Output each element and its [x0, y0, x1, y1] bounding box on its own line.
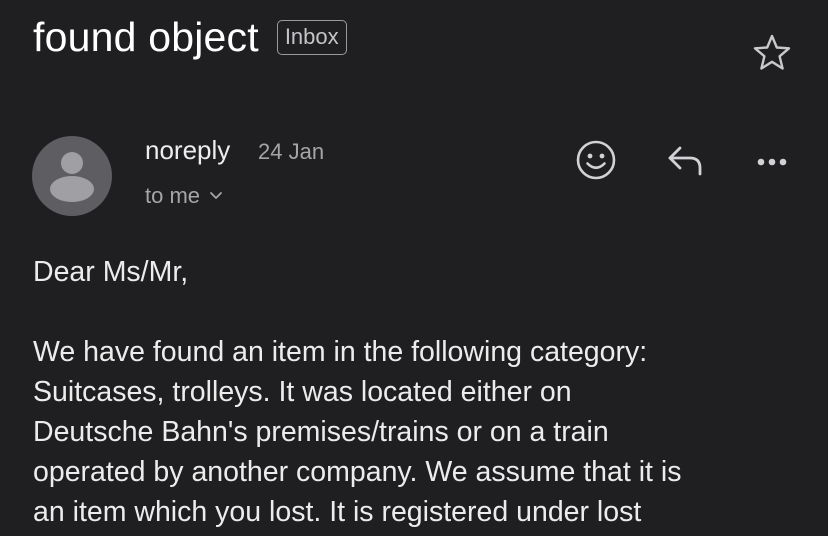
sender-name[interactable]: noreply: [145, 135, 230, 166]
more-options-button[interactable]: [747, 136, 795, 184]
reply-button[interactable]: [660, 136, 708, 184]
email-subject: found object: [33, 14, 259, 60]
emoji-icon: [576, 140, 616, 180]
reply-icon: [668, 146, 702, 176]
email-date: 24 Jan: [258, 139, 325, 164]
recipient-label: to me: [145, 183, 201, 208]
avatar[interactable]: [32, 136, 112, 216]
avatar-icon: [50, 152, 94, 202]
email-greeting: Dear Ms/Mr,: [33, 256, 189, 288]
email-body: Dear Ms/Mr, We have found an item in the…: [33, 252, 813, 532]
more-icon: [757, 158, 787, 166]
subject-row: found object Inbox: [33, 14, 347, 61]
inbox-label-badge[interactable]: Inbox: [276, 20, 347, 55]
recipient-details-toggle[interactable]: to me: [145, 183, 223, 209]
star-icon[interactable]: [752, 33, 792, 73]
add-reaction-button[interactable]: [572, 136, 620, 184]
chevron-down-icon: [210, 192, 222, 199]
email-body-paragraph: We have found an item in the following c…: [33, 336, 682, 528]
